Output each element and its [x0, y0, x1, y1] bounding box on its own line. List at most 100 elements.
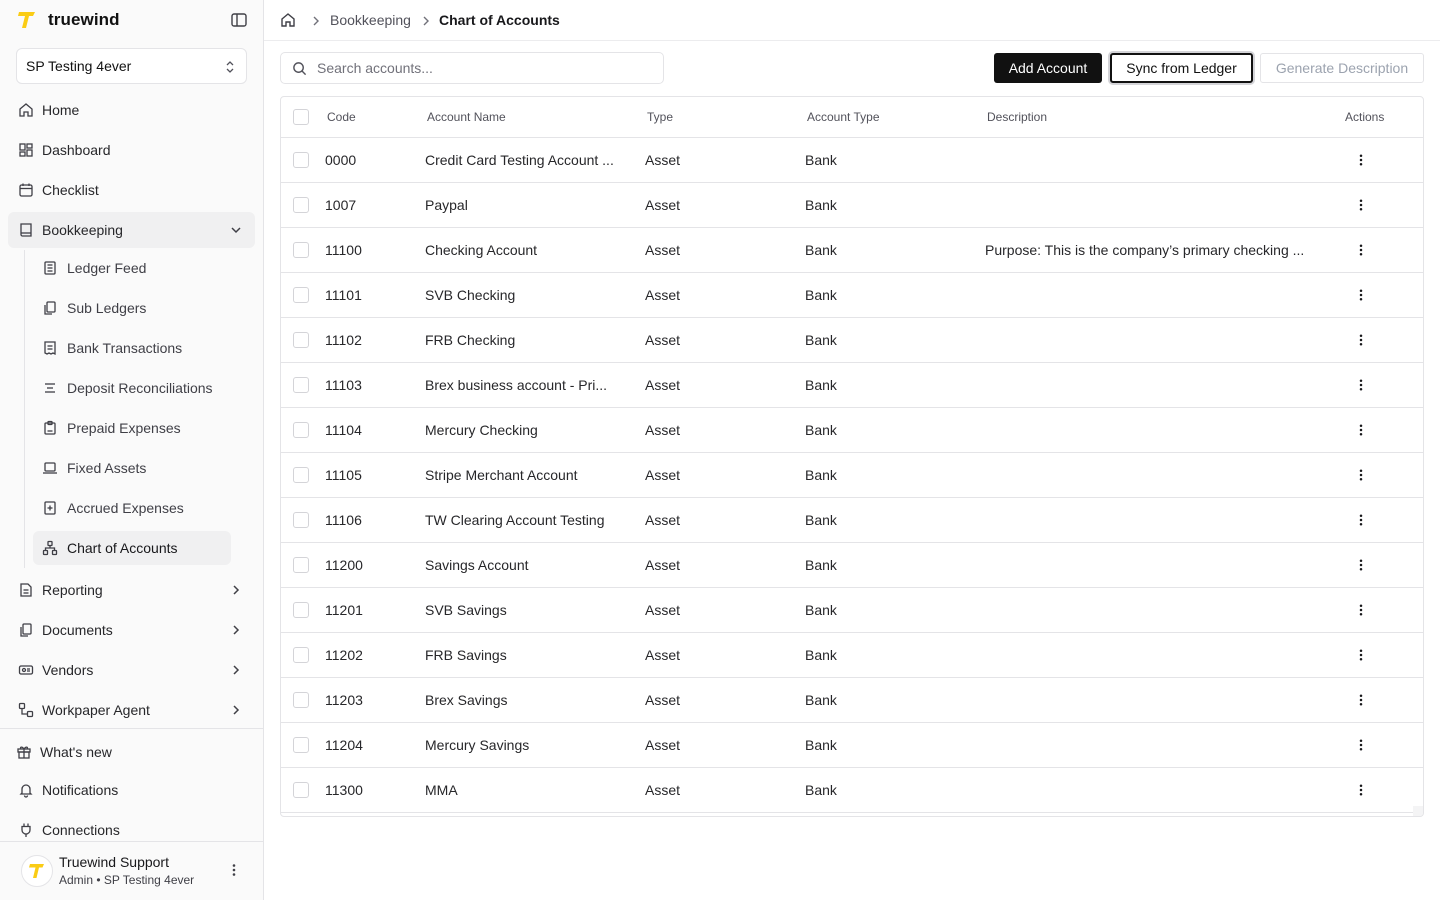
cell-code: 11300 — [325, 782, 363, 798]
row-checkbox[interactable] — [293, 197, 309, 213]
column-header-description[interactable]: Description — [987, 110, 1047, 124]
sidebar-item-prepaid-expenses[interactable]: Prepaid Expenses — [33, 411, 231, 445]
user-name: Truewind Support — [59, 854, 169, 870]
table-row[interactable]: 11201 SVB Savings Asset Bank — [281, 588, 1423, 633]
user-profile[interactable]: Truewind Support Admin • SP Testing 4eve… — [0, 841, 264, 900]
row-actions-more-icon[interactable] — [1353, 377, 1369, 393]
table-row[interactable]: 11203 Brex Savings Asset Bank — [281, 678, 1423, 723]
row-actions-more-icon[interactable] — [1353, 782, 1369, 798]
table-row[interactable]: 11200 Savings Account Asset Bank — [281, 543, 1423, 588]
cell-type: Asset — [645, 782, 681, 798]
row-checkbox[interactable] — [293, 467, 309, 483]
table-row[interactable]: 11204 Mercury Savings Asset Bank — [281, 723, 1423, 768]
documents-icon — [18, 622, 34, 638]
row-checkbox[interactable] — [293, 152, 309, 168]
sync-from-ledger-button[interactable]: Sync from Ledger — [1110, 53, 1253, 83]
generate-description-button[interactable]: Generate Description — [1260, 53, 1424, 83]
nav-home[interactable]: Home — [8, 92, 255, 128]
nav-checklist[interactable]: Checklist — [8, 172, 255, 208]
column-header-type[interactable]: Type — [647, 110, 673, 124]
row-checkbox[interactable] — [293, 332, 309, 348]
table-row[interactable]: 11103 Brex business account - Pri... Asset… — [281, 363, 1423, 408]
row-actions-more-icon[interactable] — [1353, 422, 1369, 438]
nav-bookkeeping[interactable]: Bookkeeping — [8, 212, 255, 248]
row-checkbox[interactable] — [293, 737, 309, 753]
table-row[interactable]: 11106 TW Clearing Account Testing Asset Ban… — [281, 498, 1423, 543]
sidebar-item-deposit-reconciliations[interactable]: Deposit Reconciliations — [33, 371, 231, 405]
row-checkbox[interactable] — [293, 782, 309, 798]
row-actions-more-icon[interactable] — [1353, 647, 1369, 663]
row-checkbox[interactable] — [293, 692, 309, 708]
column-header-account-name[interactable]: Account Name — [427, 110, 506, 124]
row-actions-more-icon[interactable] — [1353, 692, 1369, 708]
nav-notifications[interactable]: Notifications — [8, 772, 255, 808]
row-actions-more-icon[interactable] — [1353, 332, 1369, 348]
table-row[interactable]: 1007 Paypal Asset Bank — [281, 183, 1423, 228]
cell-type: Asset — [645, 197, 681, 213]
breadcrumb-bookkeeping[interactable]: Bookkeeping — [330, 12, 411, 28]
search-input[interactable] — [317, 53, 657, 83]
ledger-icon — [42, 260, 58, 276]
submenu-guide-line — [24, 250, 25, 568]
row-checkbox[interactable] — [293, 602, 309, 618]
nav-documents[interactable]: Documents — [8, 612, 255, 648]
more-vertical-icon[interactable] — [226, 862, 242, 878]
sidebar-item-ledger-feed[interactable]: Ledger Feed — [33, 251, 231, 285]
sidebar-toggle-icon[interactable] — [230, 11, 248, 29]
column-header-code[interactable]: Code — [327, 110, 356, 124]
row-actions-more-icon[interactable] — [1353, 602, 1369, 618]
cell-type: Asset — [645, 737, 681, 753]
cell-type: Asset — [645, 152, 681, 168]
nav-reporting[interactable]: Reporting — [8, 572, 255, 608]
search-box[interactable] — [280, 52, 664, 84]
row-actions-more-icon[interactable] — [1353, 287, 1369, 303]
chevron-right-icon — [229, 703, 243, 717]
row-actions-more-icon[interactable] — [1353, 197, 1369, 213]
table-row[interactable]: 0000 Credit Card Testing Account ... Asset… — [281, 138, 1423, 183]
nav-dashboard[interactable]: Dashboard — [8, 132, 255, 168]
row-checkbox[interactable] — [293, 287, 309, 303]
select-all-checkbox[interactable] — [293, 109, 309, 125]
nav-label: Notifications — [42, 782, 119, 798]
nav-workpaper-agent[interactable]: Workpaper Agent — [8, 692, 255, 728]
row-actions-more-icon[interactable] — [1353, 467, 1369, 483]
add-account-button[interactable]: Add Account — [994, 53, 1102, 83]
org-selector[interactable]: SP Testing 4ever — [16, 48, 247, 84]
table-row[interactable]: 11104 Mercury Checking Asset Bank — [281, 408, 1423, 453]
sidebar: truewind SP Testing 4ever Home Dashboard… — [0, 0, 264, 900]
sidebar-item-sub-ledgers[interactable]: Sub Ledgers — [33, 291, 231, 325]
book-icon — [18, 222, 34, 238]
row-actions-more-icon[interactable] — [1353, 737, 1369, 753]
row-actions-more-icon[interactable] — [1353, 557, 1369, 573]
home-icon[interactable] — [280, 12, 296, 28]
sidebar-item-accrued-expenses[interactable]: Accrued Expenses — [33, 491, 231, 525]
reconcile-icon — [42, 380, 58, 396]
row-checkbox[interactable] — [293, 512, 309, 528]
cell-type: Asset — [645, 692, 681, 708]
column-header-account-type[interactable]: Account Type — [807, 110, 880, 124]
row-actions-more-icon[interactable] — [1353, 152, 1369, 168]
table-row[interactable]: 11300 MMA Asset Bank — [281, 768, 1423, 813]
row-checkbox[interactable] — [293, 377, 309, 393]
table-row[interactable]: 11102 FRB Checking Asset Bank — [281, 318, 1423, 363]
breadcrumb: Bookkeeping Chart of Accounts — [264, 0, 1440, 41]
cell-code: 11106 — [325, 512, 362, 528]
row-checkbox[interactable] — [293, 422, 309, 438]
nav-whats-new[interactable]: What's new — [6, 734, 253, 770]
table-row[interactable]: 11101 SVB Checking Asset Bank — [281, 273, 1423, 318]
sidebar-item-bank-transactions[interactable]: Bank Transactions — [33, 331, 231, 365]
cell-account-name: TW Clearing Account Testing — [425, 512, 605, 528]
sidebar-item-chart-of-accounts[interactable]: Chart of Accounts — [33, 531, 231, 565]
table-row[interactable]: 11105 Stripe Merchant Account Asset Bank — [281, 453, 1423, 498]
row-checkbox[interactable] — [293, 647, 309, 663]
row-checkbox[interactable] — [293, 557, 309, 573]
brand[interactable]: truewind — [16, 8, 120, 32]
cell-account-name: Credit Card Testing Account ... — [425, 152, 614, 168]
row-actions-more-icon[interactable] — [1353, 512, 1369, 528]
nav-vendors[interactable]: Vendors — [8, 652, 255, 688]
table-row[interactable]: 11100 Checking Account Asset Bank Purpose: T… — [281, 228, 1423, 273]
table-row[interactable]: 11202 FRB Savings Asset Bank — [281, 633, 1423, 678]
row-actions-more-icon[interactable] — [1353, 242, 1369, 258]
sidebar-item-fixed-assets[interactable]: Fixed Assets — [33, 451, 231, 485]
row-checkbox[interactable] — [293, 242, 309, 258]
